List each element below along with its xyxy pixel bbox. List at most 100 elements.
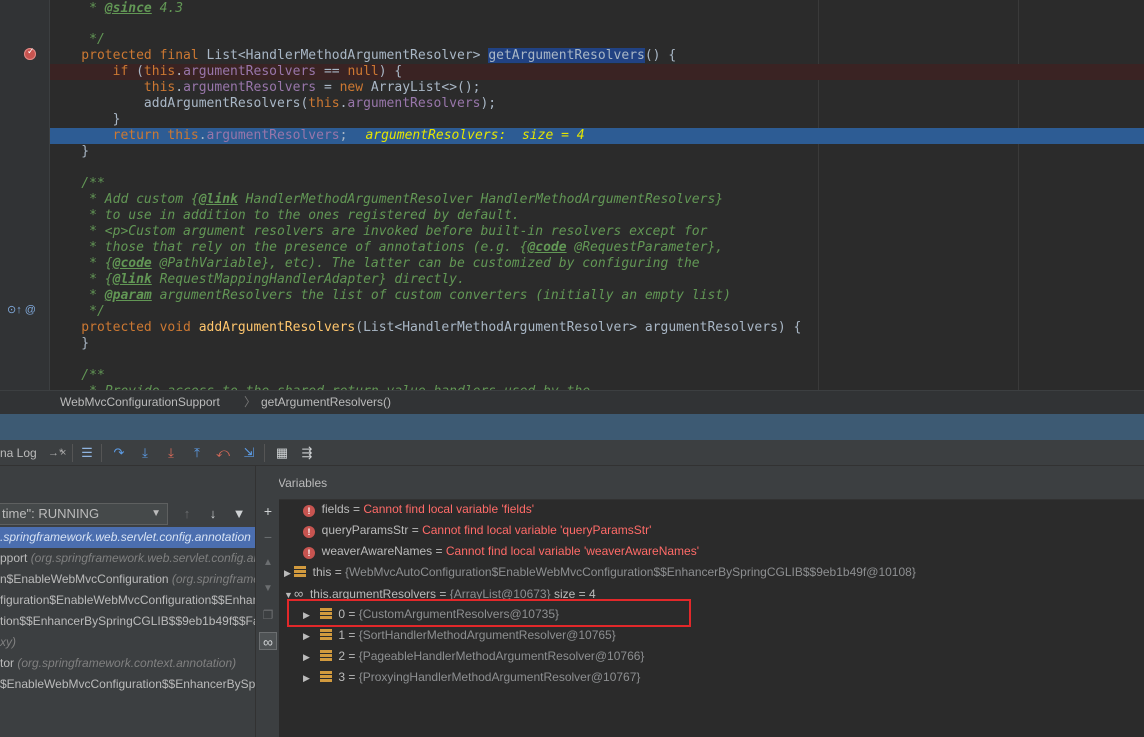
code-line-ifline[interactable]: if (this.argumentResolvers == null) { [50,64,1144,80]
evaluate-expression-icon[interactable]: ▦ [273,444,291,462]
stack-frame-row[interactable]: pport (org.springframework.web.servlet.c… [0,548,255,569]
stack-frame-row[interactable]: n$EnableWebMvcConfiguration (org.springf… [0,569,255,590]
code-token: * { [50,256,113,271]
equals-sign: = [408,523,423,537]
frame-method: figuration$EnableWebMvcConfiguration$$En… [0,593,255,607]
add-watch-icon[interactable]: + [259,502,277,520]
frame-method: $EnableWebMvcConfiguration$$EnhancerBySp… [0,677,255,691]
code-line-jd1[interactable]: /** [50,176,1144,192]
code-token: if [50,64,137,79]
code-line-jd9[interactable]: */ [50,304,1144,320]
expand-arrow-icon[interactable]: ▶ [303,668,313,689]
breadcrumb-class[interactable]: WebMvcConfigurationSupport [60,391,220,414]
variable-row[interactable]: ▶ this = {WebMvcAutoConfiguration$Enable… [284,562,916,583]
show-execution-point-icon[interactable]: ☰ [78,444,96,462]
stack-frame-row[interactable]: figuration$EnableWebMvcConfiguration$$En… [0,590,255,611]
variable-value: Cannot find local variable 'weaverAwareN… [445,544,700,558]
drop-frame-icon[interactable]: ⤺ [214,444,232,462]
expand-arrow-icon[interactable]: ▶ [303,647,313,668]
frame-method: n$EnableWebMvcConfiguration [0,572,172,586]
code-token: /** [50,368,105,383]
expand-arrow-icon[interactable]: ▶ [303,626,313,647]
code-line-jd2[interactable]: * Add custom {@link HandlerMethodArgumen… [50,192,1144,208]
frame-package: .springframework.web.servlet.config.anno… [0,530,251,544]
code-line-close3[interactable]: } [50,336,1144,352]
thread-selector[interactable]: time": RUNNING ▼ [0,503,168,525]
code-line-addsig[interactable]: protected void addArgumentResolvers(List… [50,320,1144,336]
code-line-addcall[interactable]: addArgumentResolvers(this.argumentResolv… [50,96,1144,112]
equals-sign: = [432,544,446,558]
code-line-assign[interactable]: this.argumentResolvers = new ArrayList<>… [50,80,1144,96]
annotation-highlight-box [287,599,691,627]
variable-row[interactable]: ! queryParamsStr = Cannot find local var… [303,520,651,541]
chevron-down-icon: ▼ [151,508,161,519]
code-line-blank2[interactable] [50,352,1144,368]
variable-row[interactable]: ▶ 3 = {ProxyingHandlerMethodArgumentReso… [303,667,640,688]
frames-panel: time": RUNNING ▼ ↑ ↓ ▼ .springframework.… [0,466,255,737]
element-icon [319,671,332,682]
variable-row[interactable]: ! fields = Cannot find local variable 'f… [303,499,534,520]
field-icon [294,566,306,577]
stack-frame-row[interactable]: tor (org.springframework.context.annotat… [0,653,255,674]
code-line-close1[interactable]: } [50,112,1144,128]
code-line-jd3[interactable]: * to use in addition to the ones registe… [50,208,1144,224]
move-up-icon[interactable]: ▲ [259,554,277,572]
code-token: argumentResolvers the list of custom con… [151,288,731,303]
previous-frame-icon[interactable]: ↑ [178,505,196,523]
editor-gutter[interactable] [0,0,50,390]
variable-row[interactable]: ▶ 1 = {SortHandlerMethodArgumentResolver… [303,625,616,646]
code-line-close2[interactable]: } [50,144,1144,160]
trace-stream-icon[interactable]: ⇶ [298,444,316,462]
console-tab-label[interactable]: na Log [0,440,37,466]
code-token: . [175,80,184,95]
code-token: (List<HandlerMethodArgumentResolver> arg… [355,320,802,335]
code-line-jd7[interactable]: * {@link RequestMappingHandlerAdapter} d… [50,272,1144,288]
stack-frame-row[interactable]: tion$$EnhancerBySpringCGLIB$$9eb1b49f$$F… [0,611,255,632]
stack-frame-row[interactable]: xy) [0,632,255,653]
code-line-cend1[interactable]: */ [50,32,1144,48]
force-step-into-icon[interactable]: ⤓ [162,444,180,462]
code-line-ret[interactable]: return this.argumentResolvers; argumentRe… [50,128,1144,144]
code-token: * [50,1,105,16]
run-to-cursor-icon[interactable]: ⇲ [240,444,258,462]
step-into-icon[interactable]: ⤓ [136,444,154,462]
filter-icon[interactable]: ▼ [230,505,248,523]
code-token: * { [50,272,113,287]
breadcrumb-method[interactable]: getArgumentResolvers() [261,391,391,414]
thread-selector-value: time": RUNNING [2,506,100,521]
duplicate-watch-icon[interactable]: ❐ [259,606,277,624]
code-token: this [308,96,340,111]
override-gutter-icon[interactable]: ⊙↑ @ [7,303,36,316]
breadcrumb-separator: 〉 [244,395,257,409]
code-line-jd5[interactable]: * those that rely on the presence of ann… [50,240,1144,256]
next-frame-icon[interactable]: ↓ [204,505,222,523]
code-line-jd8[interactable]: * @param argumentResolvers the list of c… [50,288,1144,304]
code-line-jd6[interactable]: * {@code @PathVariable}, etc). The latte… [50,256,1144,272]
step-out-icon[interactable]: ⤒ [188,444,206,462]
move-down-icon[interactable]: ▼ [259,580,277,598]
show-watches-icon[interactable]: ∞ [259,632,277,650]
breakpoint-check-icon: ✓ [27,46,35,56]
code-line-since[interactable]: * @since 4.3 [50,1,1144,17]
code-editor[interactable]: * @since 4.3 */ protected final List<Han… [0,0,1144,390]
stack-frame-row[interactable]: $EnableWebMvcConfiguration$$EnhancerBySp… [0,674,255,695]
tab-close-icon[interactable]: × [60,440,66,466]
remove-watch-icon[interactable]: − [259,528,277,546]
code-line-getsig[interactable]: protected final List<HandlerMethodArgume… [50,48,1144,64]
code-token: HandlerMethodArgumentResolver HandlerMet… [237,192,724,207]
variable-row[interactable]: ▶ 2 = {PageableHandlerMethodArgumentReso… [303,646,644,667]
code-token: List<HandlerMethodArgumentResolver> [206,48,489,63]
variable-row[interactable]: ! weaverAwareNames = Cannot find local v… [303,541,699,562]
code-token: @since [104,1,152,16]
toolbar-divider [101,444,102,462]
code-token: * [50,288,105,303]
expand-arrow-icon[interactable]: ▶ [284,563,294,584]
code-line-jd10[interactable]: /** [50,368,1144,384]
code-token: null [347,64,379,79]
code-token: ArrayList<>(); [370,80,481,95]
code-line-jd4[interactable]: * <p>Custom argument resolvers are invok… [50,224,1144,240]
variable-value: Cannot find local variable 'fields' [363,502,535,516]
stack-frame-row[interactable]: .springframework.web.servlet.config.anno… [0,527,255,548]
step-over-icon[interactable]: ↷ [110,444,128,462]
code-line-blank1[interactable] [50,160,1144,176]
